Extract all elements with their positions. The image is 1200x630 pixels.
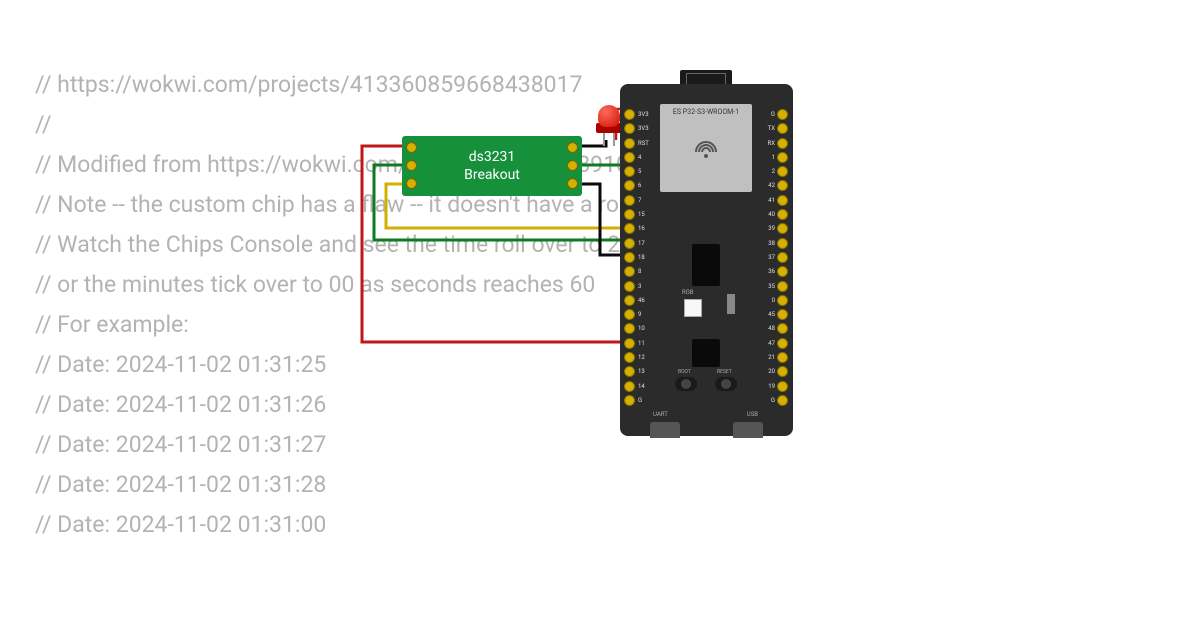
board-pin[interactable] [777, 366, 788, 377]
board-pin[interactable] [777, 109, 788, 120]
board-pin[interactable] [777, 309, 788, 320]
board-pin[interactable] [777, 252, 788, 263]
board-pin[interactable] [777, 381, 788, 392]
code-line: // [35, 111, 51, 138]
board-pin[interactable] [777, 152, 788, 163]
code-line: // https://wokwi.com/projects/4133608596… [35, 71, 582, 98]
board-pin[interactable] [777, 138, 788, 149]
board-pin[interactable] [777, 180, 788, 191]
code-comments: // https://wokwi.com/projects/4133608596… [35, 25, 775, 545]
board-pin[interactable] [777, 166, 788, 177]
pin-header-right [777, 109, 789, 406]
board-pin[interactable] [777, 266, 788, 277]
board-pin[interactable] [777, 395, 788, 406]
code-line: // Watch the Chips Console and see the t… [35, 231, 659, 258]
code-line: // or the minutes tick over to 00 as sec… [35, 271, 595, 298]
code-line: // For example: [35, 311, 189, 338]
code-line: // Modified from https://wokwi.com/proje… [35, 151, 732, 178]
code-line: // Date: 2024-11-02 01:31:25 [35, 351, 326, 378]
board-pin[interactable] [777, 338, 788, 349]
board-pin[interactable] [777, 352, 788, 363]
board-pin[interactable] [777, 295, 788, 306]
board-pin[interactable] [777, 195, 788, 206]
code-line: // Date: 2024-11-02 01:31:27 [35, 431, 326, 458]
board-pin[interactable] [777, 238, 788, 249]
code-line: // Note -- the custom chip has a flaw --… [35, 191, 775, 218]
board-pin[interactable] [777, 281, 788, 292]
code-line: // Date: 2024-11-02 01:31:00 [35, 511, 326, 538]
board-pin[interactable] [777, 209, 788, 220]
code-line: // Date: 2024-11-02 01:31:28 [35, 471, 326, 498]
board-pin[interactable] [777, 123, 788, 134]
board-pin[interactable] [777, 223, 788, 234]
code-line: // Date: 2024-11-02 01:31:26 [35, 391, 326, 418]
board-pin[interactable] [777, 323, 788, 334]
